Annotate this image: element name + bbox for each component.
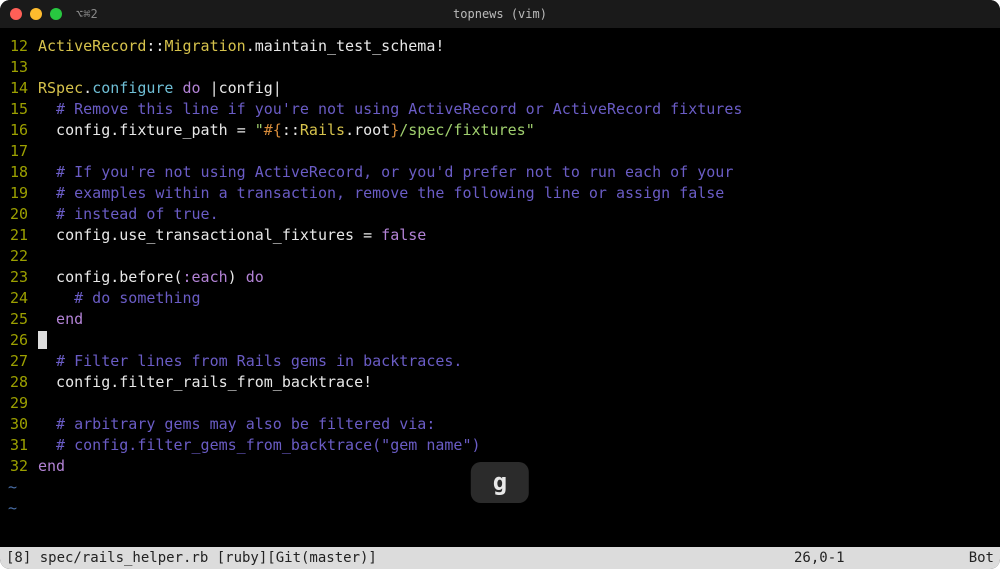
line-number: 26 — [0, 330, 38, 351]
token: Migration — [164, 37, 245, 55]
line-number: 31 — [0, 435, 38, 456]
tilde-icon: ~ — [0, 477, 17, 498]
code-line: 21 config.use_transactional_fixtures = f… — [0, 225, 1000, 246]
line-number: 25 — [0, 309, 38, 330]
comment: # instead of true. — [38, 204, 1000, 225]
token: . — [83, 79, 92, 97]
token: |config| — [210, 79, 282, 97]
comment: # Remove this line if you're not using A… — [38, 99, 1000, 120]
token: Rails — [300, 121, 345, 139]
code-line: 25 end — [0, 309, 1000, 330]
code-line: 30 # arbitrary gems may also be filtered… — [0, 414, 1000, 435]
key-overlay: g — [471, 462, 529, 503]
line-number: 29 — [0, 393, 38, 414]
code-line: 13 — [0, 57, 1000, 78]
line-number: 27 — [0, 351, 38, 372]
line-number: 23 — [0, 267, 38, 288]
token: " — [255, 121, 264, 139]
code-line: 17 — [0, 141, 1000, 162]
comment: # examples within a transaction, remove … — [38, 183, 1000, 204]
code-line: 20 # instead of true. — [0, 204, 1000, 225]
comment: # config.filter_gems_from_backtrace("gem… — [38, 435, 1000, 456]
tilde-icon: ~ — [0, 498, 17, 519]
code-line: 23 config.before(:each) do — [0, 267, 1000, 288]
maximize-icon[interactable] — [50, 8, 62, 20]
line-number: 17 — [0, 141, 38, 162]
token: :: — [146, 37, 164, 55]
token: :: — [282, 121, 300, 139]
code-line: 19 # examples within a transaction, remo… — [0, 183, 1000, 204]
token: config.use_transactional_fixtures — [38, 226, 363, 244]
code-line: 18 # If you're not using ActiveRecord, o… — [0, 162, 1000, 183]
status-position: 26,0-1 — [794, 550, 944, 566]
comment: # arbitrary gems may also be filtered vi… — [38, 414, 1000, 435]
line-number: 15 — [0, 99, 38, 120]
line-number: 32 — [0, 456, 38, 477]
code-line: 29 — [0, 393, 1000, 414]
line-number: 13 — [0, 57, 38, 78]
token: = — [237, 121, 255, 139]
token: .maintain_test_schema! — [246, 37, 445, 55]
token: = — [363, 226, 381, 244]
status-bar: [8] spec/rails_helper.rb [ruby][Git(mast… — [0, 547, 1000, 569]
token: .root — [345, 121, 390, 139]
code-line: 27 # Filter lines from Rails gems in bac… — [0, 351, 1000, 372]
line-number: 24 — [0, 288, 38, 309]
token: do — [173, 79, 209, 97]
terminal-window: ⌥⌘2 topnews (vim) 12 ActiveRecord::Migra… — [0, 0, 1000, 569]
token: end — [38, 309, 1000, 330]
code-line: 15 # Remove this line if you're not usin… — [0, 99, 1000, 120]
token: config.fixture_path — [38, 121, 237, 139]
titlebar: ⌥⌘2 topnews (vim) — [0, 0, 1000, 28]
token: RSpec — [38, 79, 83, 97]
code-line: 12 ActiveRecord::Migration.maintain_test… — [0, 36, 1000, 57]
token: /spec/fixtures — [399, 121, 525, 139]
comment: # do something — [38, 288, 1000, 309]
traffic-lights — [10, 8, 62, 20]
line-number: 19 — [0, 183, 38, 204]
line-number: 20 — [0, 204, 38, 225]
token: #{ — [264, 121, 282, 139]
line-number: 12 — [0, 36, 38, 57]
token: false — [381, 226, 426, 244]
token: :each — [183, 268, 228, 286]
code-line: 16 config.fixture_path = "#{::Rails.root… — [0, 120, 1000, 141]
line-number: 18 — [0, 162, 38, 183]
token: " — [526, 121, 535, 139]
token: config.filter_rails_from_backtrace! — [38, 372, 1000, 393]
token: ) — [228, 268, 246, 286]
token: } — [390, 121, 399, 139]
line-number: 14 — [0, 78, 38, 99]
line-number: 22 — [0, 246, 38, 267]
line-number: 16 — [0, 120, 38, 141]
status-file: [8] spec/rails_helper.rb [ruby][Git(mast… — [6, 550, 794, 566]
cursor — [38, 331, 47, 349]
line-number: 30 — [0, 414, 38, 435]
token: configure — [92, 79, 173, 97]
status-scroll: Bot — [944, 550, 994, 566]
token: config.before( — [38, 268, 183, 286]
minimize-icon[interactable] — [30, 8, 42, 20]
token: do — [246, 268, 264, 286]
code-line: 22 — [0, 246, 1000, 267]
close-icon[interactable] — [10, 8, 22, 20]
comment: # If you're not using ActiveRecord, or y… — [38, 162, 1000, 183]
editor-viewport[interactable]: 12 ActiveRecord::Migration.maintain_test… — [0, 28, 1000, 547]
line-number: 21 — [0, 225, 38, 246]
code-line: 26 — [0, 330, 1000, 351]
code-line: 24 # do something — [0, 288, 1000, 309]
code-line: 28 config.filter_rails_from_backtrace! — [0, 372, 1000, 393]
token: ActiveRecord — [38, 37, 146, 55]
comment: # Filter lines from Rails gems in backtr… — [38, 351, 1000, 372]
line-number: 28 — [0, 372, 38, 393]
code-line: 31 # config.filter_gems_from_backtrace("… — [0, 435, 1000, 456]
code-line: 14 RSpec.configure do |config| — [0, 78, 1000, 99]
window-title: topnews (vim) — [453, 7, 547, 21]
tab-label: ⌥⌘2 — [76, 7, 98, 21]
